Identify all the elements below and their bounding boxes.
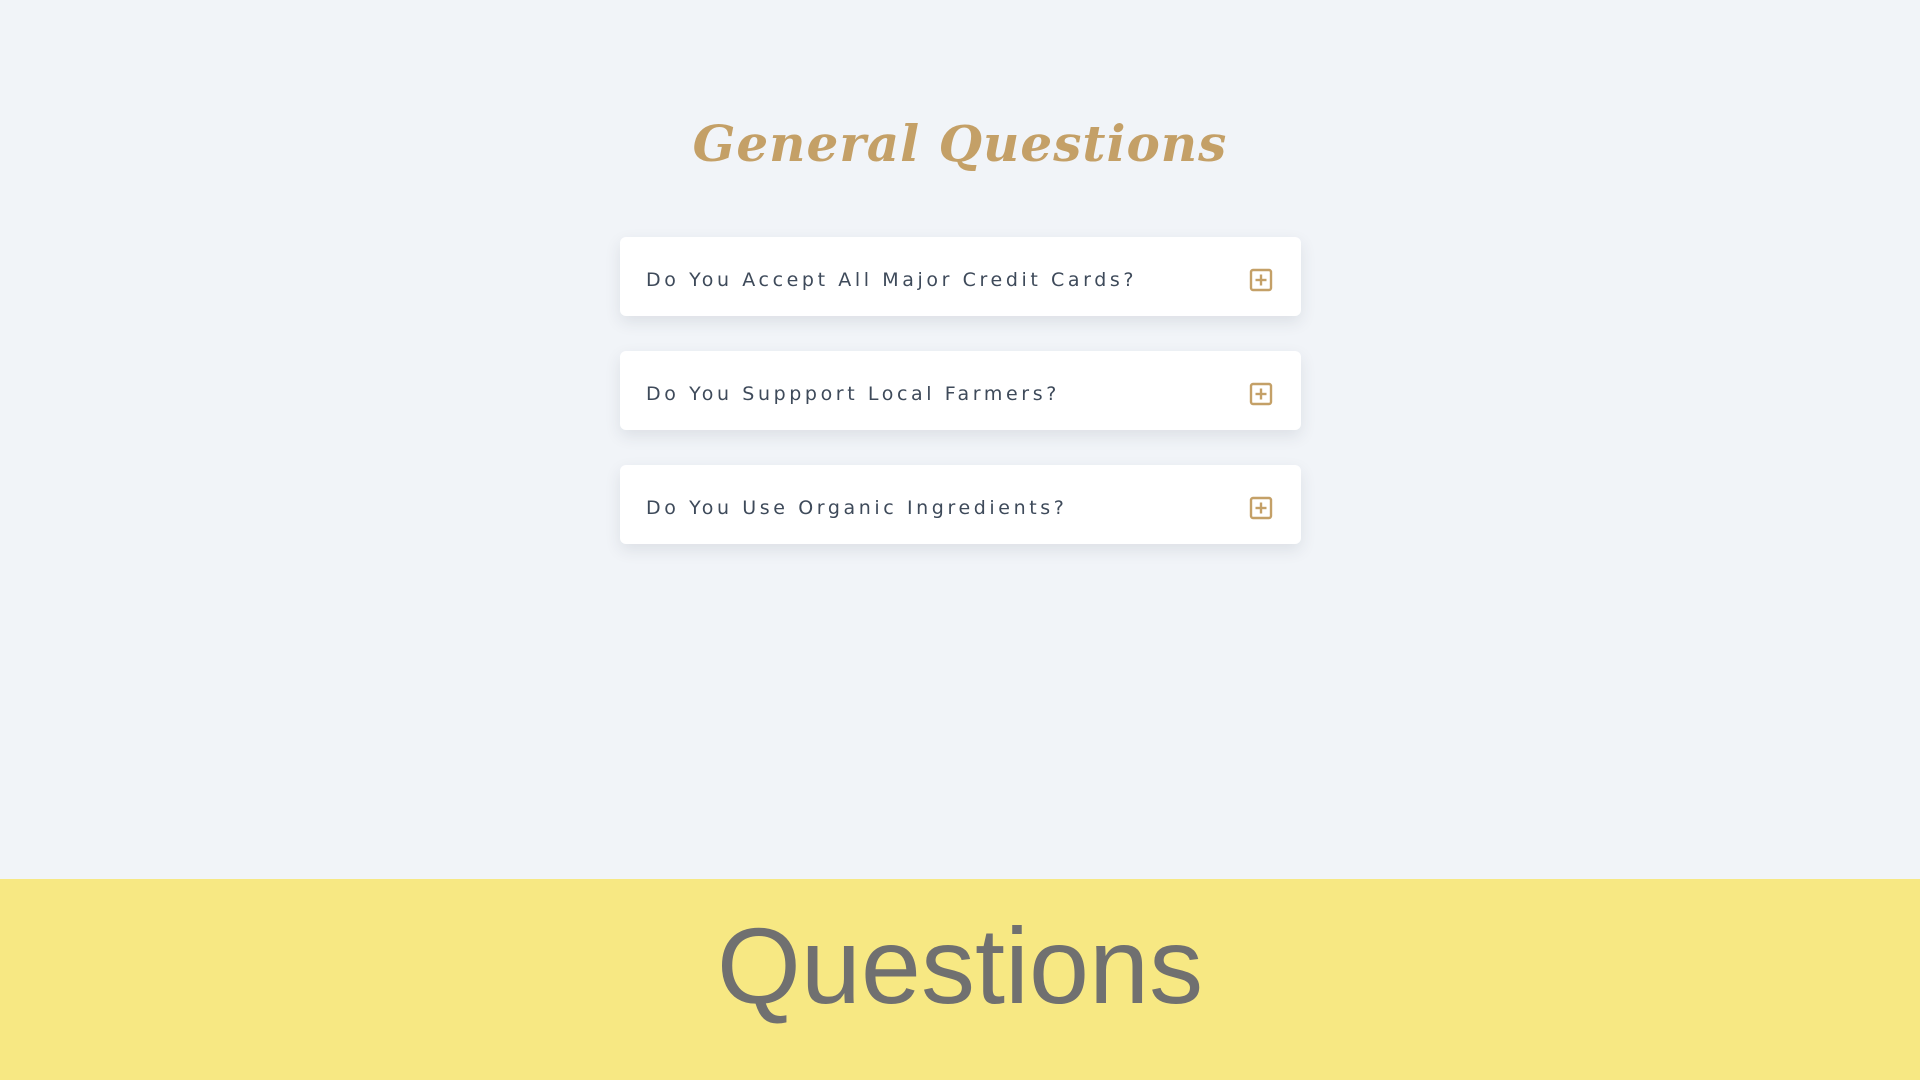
faq-item-credit-cards[interactable]: Do You Accept All Major Credit Cards?	[620, 237, 1301, 316]
banner-title: Questions	[716, 905, 1204, 1026]
faq-section: General Questions Do You Accept All Majo…	[0, 0, 1920, 879]
faq-item-organic-ingredients[interactable]: Do You Use Organic Ingredients?	[620, 465, 1301, 544]
faq-item-local-farmers[interactable]: Do You Suppport Local Farmers?	[620, 351, 1301, 430]
page: General Questions Do You Accept All Majo…	[0, 0, 1920, 1080]
plus-square-icon[interactable]	[1249, 382, 1273, 406]
faq-question: Do You Suppport Local Farmers?	[646, 383, 1060, 405]
questions-banner: Questions	[0, 879, 1920, 1080]
faq-list: Do You Accept All Major Credit Cards? Do…	[620, 237, 1301, 579]
faq-question: Do You Use Organic Ingredients?	[646, 497, 1068, 519]
plus-square-icon[interactable]	[1249, 496, 1273, 520]
section-title: General Questions	[692, 114, 1228, 173]
plus-square-icon[interactable]	[1249, 268, 1273, 292]
faq-question: Do You Accept All Major Credit Cards?	[646, 269, 1138, 291]
